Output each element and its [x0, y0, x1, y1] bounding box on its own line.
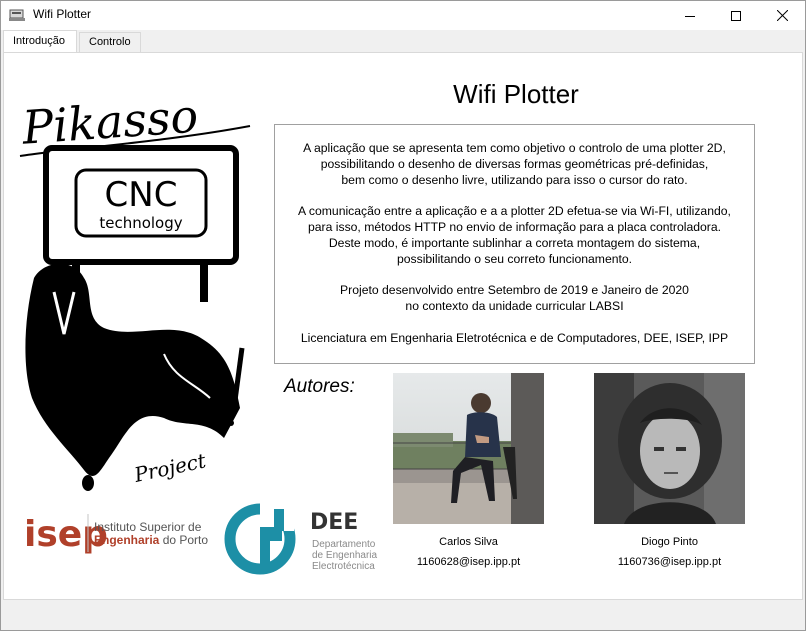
dee-mark: DEE: [310, 510, 358, 535]
isep-logo: isep Instituto Superior de Engenharia do…: [24, 514, 208, 555]
dee-line1: Departamento: [312, 539, 376, 550]
dee-line2: de Engenharia: [312, 550, 377, 561]
description-box: A aplicação que se apresenta tem como ob…: [274, 124, 755, 364]
maximize-button[interactable]: [713, 1, 759, 30]
close-button[interactable]: [759, 1, 805, 30]
window-title: Wifi Plotter: [33, 7, 92, 21]
isep-line2b: do Porto: [159, 533, 208, 547]
author-email: 1160628@isep.ipp.pt: [416, 556, 521, 568]
description-paragraph: A comunicação entre a aplicação e a a pl…: [298, 204, 731, 266]
isep-line2a: Engenharia: [94, 533, 160, 547]
page-title: Wifi Plotter: [453, 79, 579, 109]
maximize-icon: [731, 10, 741, 21]
pikasso-cnc-logo: Pikasso CNC technology Project: [20, 89, 251, 491]
project-text: Project: [131, 448, 209, 487]
description-paragraph: Projeto desenvolvido entre Setembro de 2…: [340, 283, 689, 313]
technology-text: technology: [99, 214, 182, 232]
author-photo-diogo: [594, 373, 745, 524]
intro-panel: Pikasso CNC technology Project Wifi Plot…: [3, 52, 803, 600]
dee-line3: Electrotécnica: [312, 561, 375, 572]
minimize-icon: [685, 15, 695, 17]
authors-label: Autores:: [284, 376, 355, 397]
tab-controlo[interactable]: Controlo: [79, 32, 141, 52]
title-bar[interactable]: Wifi Plotter: [1, 1, 805, 30]
description-paragraph: Licenciatura em Engenharia Eletrotécnica…: [300, 330, 729, 345]
isep-line1: Instituto Superior de: [94, 520, 202, 534]
minimize-button[interactable]: [667, 1, 713, 30]
svg-text:Engenharia do Porto: Engenharia do Porto: [94, 533, 208, 547]
author-name: Diogo Pinto: [641, 536, 698, 548]
close-icon: [776, 10, 788, 21]
app-window: Wifi Plotter Introdução Controlo Pikasso…: [0, 0, 806, 631]
author-photo-carlos: [393, 373, 544, 524]
author-email: 1160736@isep.ipp.pt: [617, 556, 722, 568]
tab-introducao[interactable]: Introdução: [3, 30, 77, 52]
dee-logo: DEE Departamento de Engenharia Electroté…: [224, 501, 377, 575]
cnc-text: CNC: [105, 175, 178, 215]
app-icon: [9, 9, 25, 21]
author-name: Carlos Silva: [439, 536, 498, 548]
description-paragraph: A aplicação que se apresenta tem como ob…: [303, 141, 726, 187]
